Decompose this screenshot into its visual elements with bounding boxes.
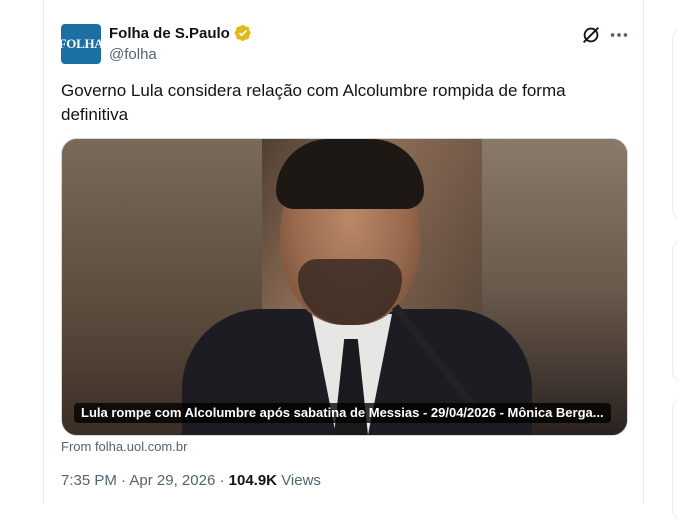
photo-hair — [276, 139, 424, 209]
author-handle[interactable]: @folha — [109, 46, 157, 63]
tweet-time[interactable]: 7:35 PM — [61, 472, 117, 489]
verified-badge-icon[interactable] — [234, 24, 252, 42]
link-source[interactable]: From folha.uol.com.br — [61, 439, 187, 454]
tweet-meta: 7:35 PM · Apr 29, 2026 · 104.9K Views — [61, 472, 321, 489]
tweet-text: Governo Lula considera relação com Alcol… — [61, 81, 566, 124]
adjacent-panel — [672, 28, 678, 220]
meta-separator: · — [219, 472, 229, 489]
tweet-card[interactable]: FOLHA Folha de S.Paulo @folha Governo Lu… — [43, 0, 644, 504]
avatar-logo-text: FOLHA — [61, 36, 101, 51]
tweet-media-card[interactable]: Lula rompe com Alcolumbre após sabatina … — [61, 138, 628, 436]
views-label: Views — [281, 472, 321, 489]
adjacent-panel — [672, 240, 678, 382]
author-name-row[interactable]: Folha de S.Paulo — [109, 24, 252, 42]
grok-icon[interactable] — [580, 24, 602, 46]
views-count: 104.9K — [228, 472, 278, 489]
media-caption[interactable]: Lula rompe com Alcolumbre após sabatina … — [74, 403, 611, 423]
avatar[interactable]: FOLHA — [61, 24, 101, 64]
tweet-date[interactable]: Apr 29, 2026 — [129, 472, 215, 489]
left-gutter — [0, 0, 44, 504]
more-icon[interactable] — [608, 24, 630, 46]
adjacent-panel — [672, 398, 678, 520]
author-name[interactable]: Folha de S.Paulo — [109, 25, 230, 42]
